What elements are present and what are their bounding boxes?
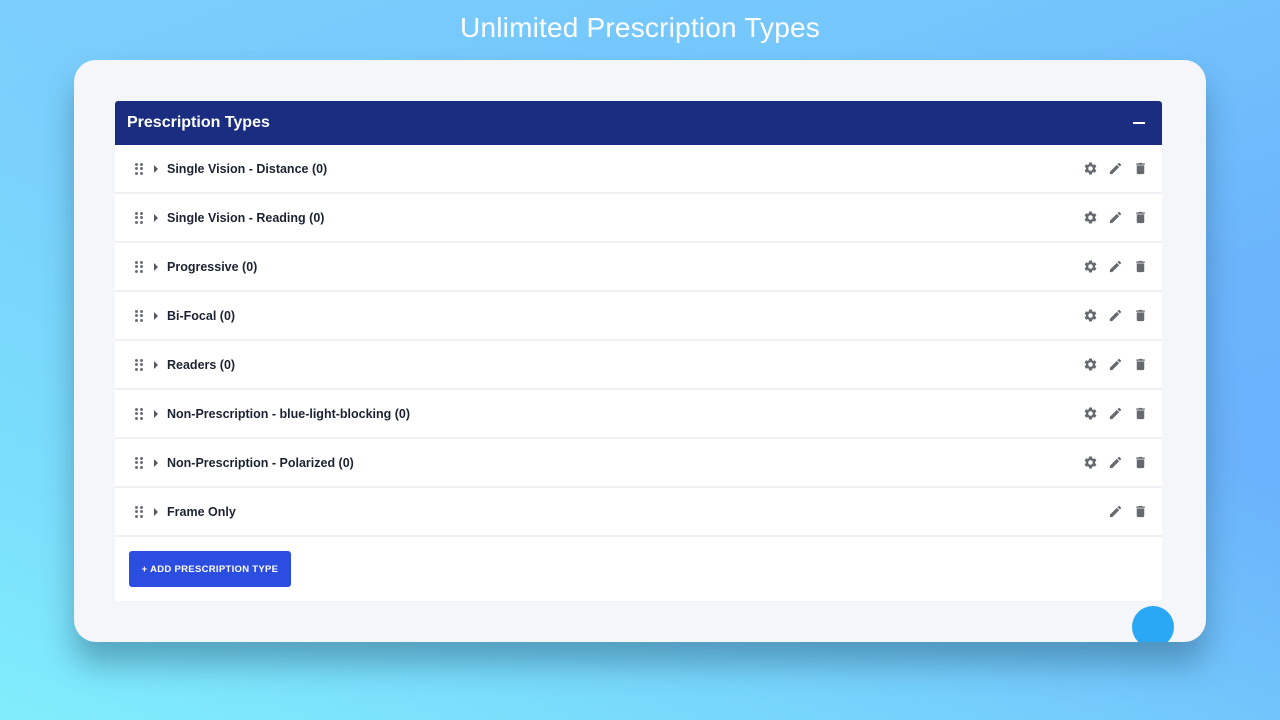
expand-caret-icon[interactable] [154, 409, 158, 418]
pencil-icon[interactable] [1107, 308, 1123, 324]
expand-caret-icon[interactable] [154, 262, 158, 271]
trash-icon[interactable] [1132, 259, 1148, 275]
pencil-icon[interactable] [1107, 259, 1123, 275]
trash-icon[interactable] [1132, 308, 1148, 324]
prescription-types-panel: Prescription Types Single Vision - Dista… [115, 101, 1162, 601]
row-label: Non-Prescription - Polarized (0) [167, 455, 354, 470]
row-label: Single Vision - Reading (0) [167, 210, 325, 225]
list-item[interactable]: Bi-Focal (0) [115, 292, 1162, 341]
list-item[interactable]: Non-Prescription - blue-light-blocking (… [115, 390, 1162, 439]
list-item[interactable]: Single Vision - Distance (0) [115, 145, 1162, 194]
list-item[interactable]: Frame Only [115, 488, 1162, 537]
expand-caret-icon[interactable] [154, 311, 158, 320]
trash-icon[interactable] [1132, 210, 1148, 226]
drag-handle-icon[interactable] [135, 407, 143, 420]
row-actions [1082, 406, 1148, 422]
trash-icon[interactable] [1132, 406, 1148, 422]
row-actions [1082, 308, 1148, 324]
row-actions [1107, 504, 1148, 520]
pencil-icon[interactable] [1107, 161, 1123, 177]
row-label: Readers (0) [167, 357, 236, 372]
drag-handle-icon[interactable] [135, 505, 143, 518]
row-label: Frame Only [167, 504, 236, 519]
trash-icon[interactable] [1132, 455, 1148, 471]
panel-header: Prescription Types [115, 101, 1162, 145]
list-item[interactable]: Readers (0) [115, 341, 1162, 390]
row-actions [1082, 210, 1148, 226]
drag-handle-icon[interactable] [135, 358, 143, 371]
pencil-icon[interactable] [1107, 504, 1123, 520]
list-item[interactable]: Single Vision - Reading (0) [115, 194, 1162, 243]
gear-icon[interactable] [1082, 259, 1098, 275]
pencil-icon[interactable] [1107, 406, 1123, 422]
expand-caret-icon[interactable] [154, 507, 158, 516]
expand-caret-icon[interactable] [154, 458, 158, 467]
row-actions [1082, 357, 1148, 373]
list-item[interactable]: Non-Prescription - Polarized (0) [115, 439, 1162, 488]
prescription-type-list: Single Vision - Distance (0) Single Visi… [115, 145, 1162, 537]
pencil-icon[interactable] [1107, 357, 1123, 373]
trash-icon[interactable] [1132, 357, 1148, 373]
expand-caret-icon[interactable] [154, 164, 158, 173]
panel-footer: + ADD PRESCRIPTION TYPE [115, 537, 1162, 601]
panel-title: Prescription Types [127, 114, 270, 131]
minus-icon[interactable] [1132, 116, 1146, 130]
drag-handle-icon[interactable] [135, 162, 143, 175]
device-frame: Prescription Types Single Vision - Dista… [74, 60, 1206, 642]
expand-caret-icon[interactable] [154, 360, 158, 369]
trash-icon[interactable] [1132, 161, 1148, 177]
drag-handle-icon[interactable] [135, 309, 143, 322]
gear-icon[interactable] [1082, 455, 1098, 471]
gear-icon[interactable] [1082, 161, 1098, 177]
chat-fab-button[interactable] [1132, 606, 1174, 642]
drag-handle-icon[interactable] [135, 211, 143, 224]
row-label: Bi-Focal (0) [167, 308, 236, 323]
row-actions [1082, 455, 1148, 471]
gear-icon[interactable] [1082, 357, 1098, 373]
pencil-icon[interactable] [1107, 210, 1123, 226]
gear-icon[interactable] [1082, 308, 1098, 324]
drag-handle-icon[interactable] [135, 260, 143, 273]
list-item[interactable]: Progressive (0) [115, 243, 1162, 292]
gear-icon[interactable] [1082, 406, 1098, 422]
pencil-icon[interactable] [1107, 455, 1123, 471]
trash-icon[interactable] [1132, 504, 1148, 520]
row-label: Non-Prescription - blue-light-blocking (… [167, 406, 411, 421]
hero-title: Unlimited Prescription Types [460, 12, 820, 43]
drag-handle-icon[interactable] [135, 456, 143, 469]
gear-icon[interactable] [1082, 210, 1098, 226]
row-label: Progressive (0) [167, 259, 258, 274]
row-actions [1082, 161, 1148, 177]
row-actions [1082, 259, 1148, 275]
add-prescription-type-button[interactable]: + ADD PRESCRIPTION TYPE [129, 551, 291, 587]
row-label: Single Vision - Distance (0) [167, 161, 328, 176]
expand-caret-icon[interactable] [154, 213, 158, 222]
